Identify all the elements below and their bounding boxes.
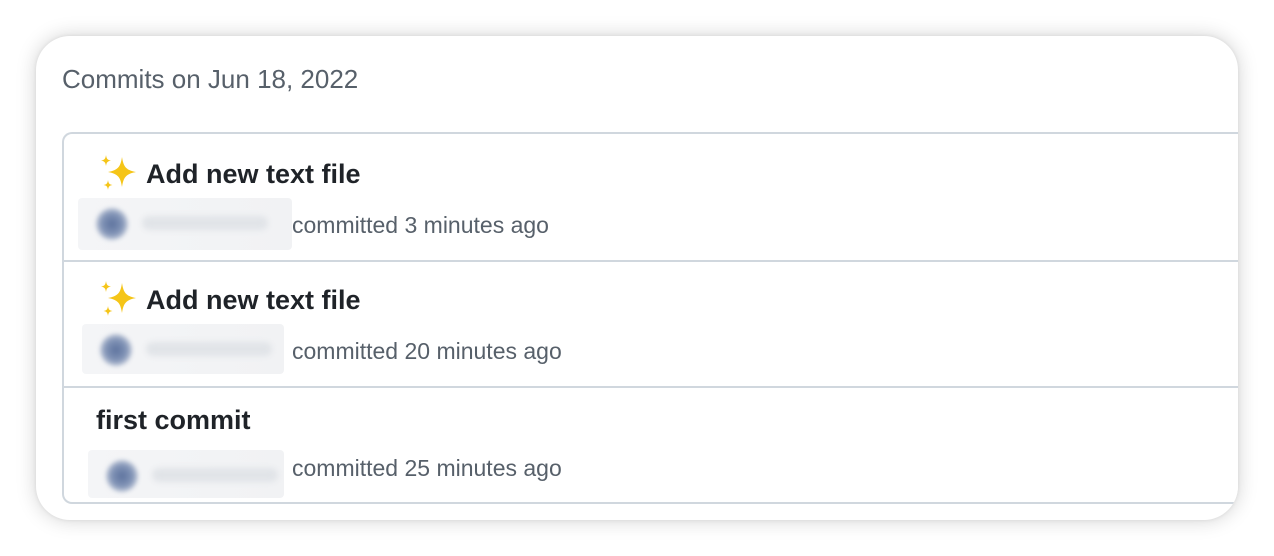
commit-message[interactable]: Add new text file [146, 284, 361, 316]
commit-row: Add new text file committed 20 minutes a… [64, 262, 1238, 388]
author-blurred[interactable] [88, 450, 284, 498]
commit-title-link[interactable]: Add new text file [96, 280, 361, 320]
commit-message[interactable]: Add new text file [146, 158, 361, 190]
commit-group-heading: Commits on Jun 18, 2022 [62, 64, 359, 94]
avatar[interactable] [100, 334, 132, 366]
commit-meta: committed 3 minutes ago [292, 212, 549, 238]
avatar[interactable] [96, 208, 128, 240]
commit-title-link[interactable]: Add new text file [96, 154, 361, 194]
commit-list: Add new text file committed 3 minutes ag… [62, 132, 1238, 504]
author-blurred[interactable] [78, 198, 292, 250]
avatar[interactable] [106, 460, 138, 492]
sparkles-icon [96, 279, 140, 319]
commit-row: Add new text file committed 3 minutes ag… [64, 134, 1238, 262]
author-name-blurred[interactable] [146, 342, 272, 356]
commit-message[interactable]: first commit [96, 404, 251, 436]
sparkles-icon [96, 153, 140, 193]
commit-meta: committed 25 minutes ago [292, 455, 562, 481]
commit-meta: committed 20 minutes ago [292, 338, 562, 364]
author-name-blurred[interactable] [142, 216, 268, 230]
commit-row: first commit committed 25 minutes ago [64, 388, 1238, 504]
author-blurred[interactable] [82, 324, 284, 374]
commit-title-link[interactable]: first commit [96, 404, 251, 436]
commits-panel: Commits on Jun 18, 2022 Add new text fil… [36, 36, 1238, 520]
author-name-blurred[interactable] [152, 468, 278, 482]
